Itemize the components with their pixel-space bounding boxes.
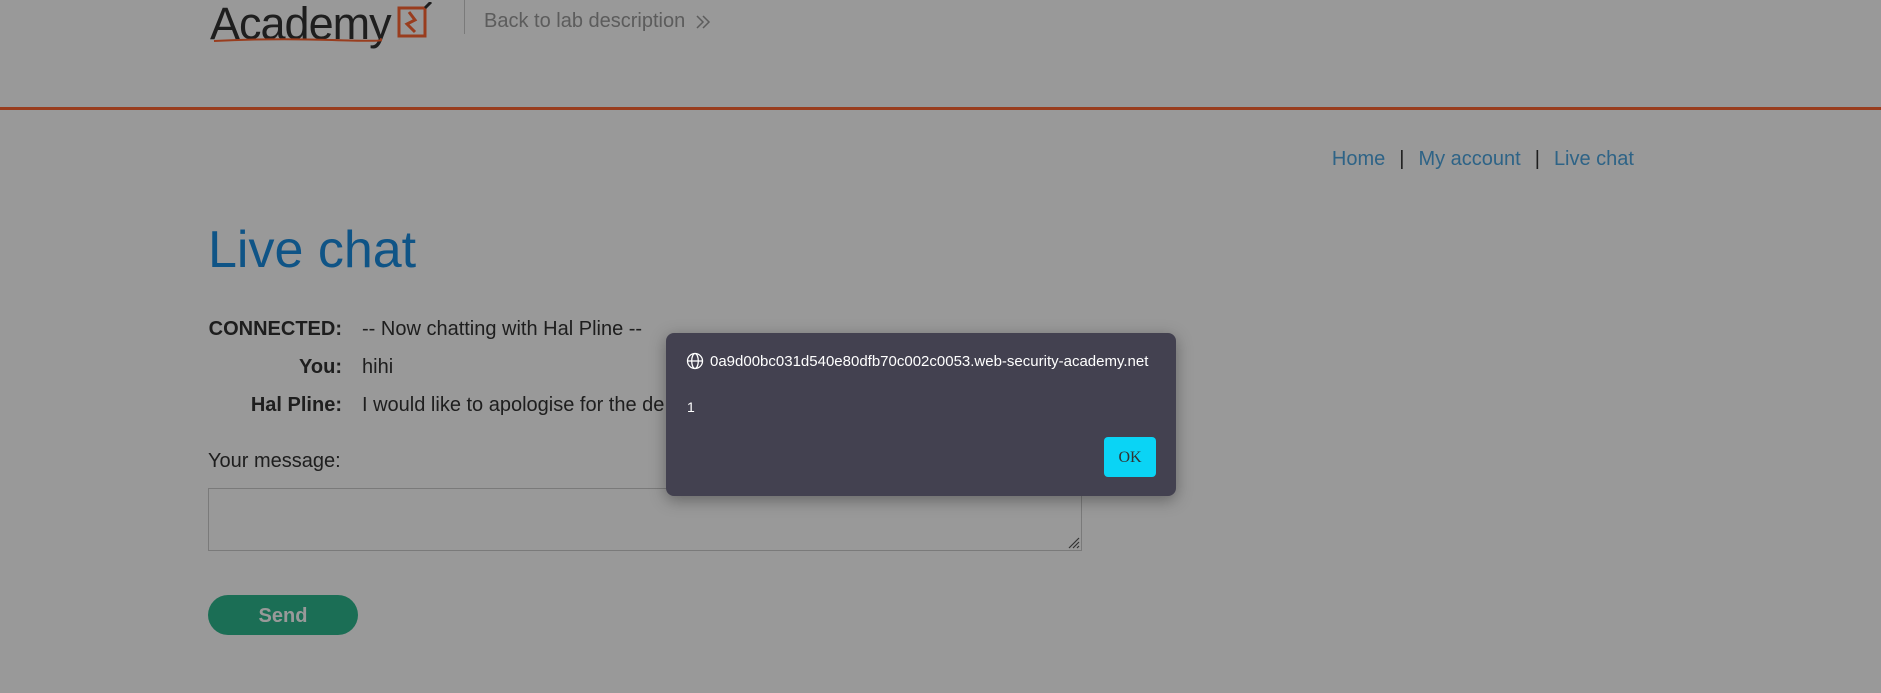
dialog-message: 1 [687, 399, 695, 415]
page: Academy Back to lab description Home | M… [0, 0, 1881, 693]
dialog-origin: 0a9d00bc031d540e80dfb70c002c0053.web-sec… [686, 352, 1148, 370]
globe-icon [686, 352, 704, 370]
alert-dialog: 0a9d00bc031d540e80dfb70c002c0053.web-sec… [666, 333, 1176, 496]
ok-button[interactable]: OK [1104, 437, 1156, 477]
dialog-origin-text: 0a9d00bc031d540e80dfb70c002c0053.web-sec… [710, 352, 1149, 370]
